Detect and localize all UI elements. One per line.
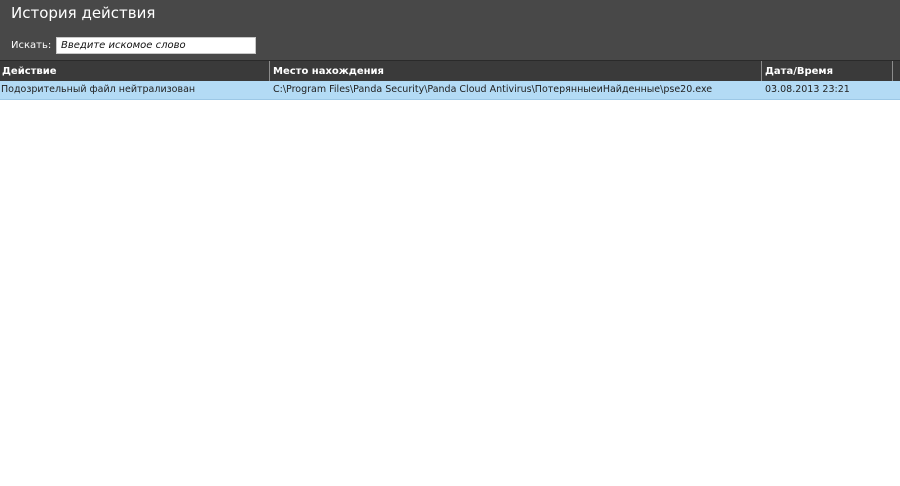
cell-datetime: 03.08.2013 23:21 [765,84,850,95]
table-header: Действие Место нахождения Дата/Время [0,60,900,81]
page-title: История действия [11,4,156,22]
search-input[interactable] [56,37,256,54]
column-header-action[interactable]: Действие [0,61,270,81]
column-header-datetime[interactable]: Дата/Время [763,61,893,81]
column-header-filler [894,61,900,81]
cell-location: C:\Program Files\Panda Security\Panda Cl… [273,84,713,95]
search-label: Искать: [11,40,52,51]
header-panel: История действия Искать: [0,0,900,60]
column-header-location[interactable]: Место нахождения [271,61,762,81]
history-table: Действие Место нахождения Дата/Время Под… [0,60,900,100]
action-history-window: История действия Искать: Действие Место … [0,0,900,486]
table-row[interactable]: Подозрительный файл нейтрализован C:\Pro… [0,81,900,100]
cell-action: Подозрительный файл нейтрализован [1,84,196,95]
